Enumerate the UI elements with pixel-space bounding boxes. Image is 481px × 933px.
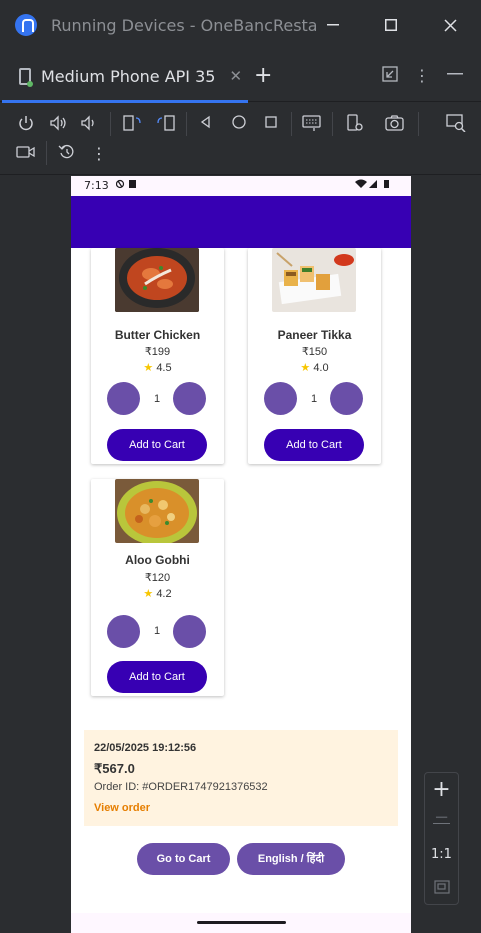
toolbar-divider: [332, 112, 333, 136]
hide-panel-icon[interactable]: [445, 66, 465, 86]
back-icon[interactable]: [195, 114, 217, 136]
reset-icon[interactable]: [56, 143, 78, 165]
status-notification-icons: [115, 179, 138, 192]
order-date: 22/05/2025 19:12:56: [94, 742, 197, 754]
app-bar: [71, 196, 411, 248]
menu-item-card: Paneer Tikka ₹150 ★ 4.0 1 Add to Cart: [248, 248, 381, 464]
keyboard-icon[interactable]: [301, 114, 323, 136]
rating-value: 4.5: [156, 362, 172, 374]
add-to-cart-button[interactable]: Add to Cart: [107, 661, 207, 693]
item-name: Butter Chicken: [114, 328, 201, 342]
item-name: Paneer Tikka: [277, 328, 352, 342]
rating-value: 4.2: [156, 588, 172, 600]
window-title: Running Devices - OneBancResta: [51, 15, 316, 35]
star-icon: ★: [143, 362, 154, 374]
increase-quantity-button[interactable]: [173, 382, 206, 415]
paneer-tikka-image: [272, 248, 356, 312]
zoom-controls: + − 1:1: [424, 772, 459, 905]
status-time: 7:13: [84, 179, 109, 192]
add-to-cart-button[interactable]: Add to Cart: [107, 429, 207, 461]
item-price: ₹120: [144, 572, 171, 584]
toolbar-divider: [418, 112, 419, 136]
item-rating: ★ 4.2: [91, 587, 224, 600]
increase-quantity-button[interactable]: [173, 615, 206, 648]
butter-chicken-image: [115, 248, 199, 312]
volume-up-icon[interactable]: [48, 114, 70, 136]
close-icon[interactable]: [437, 12, 463, 38]
restore-layout-icon[interactable]: [380, 66, 400, 86]
last-order-card: 22/05/2025 19:12:56 ₹567.0 Order ID: #OR…: [84, 730, 398, 826]
item-rating: ★ 4.5: [91, 361, 224, 374]
device-settings-icon[interactable]: [344, 114, 366, 136]
star-icon: ★: [143, 588, 154, 600]
status-system-icons: [355, 179, 393, 192]
star-icon: ★: [300, 362, 311, 374]
tab-medium-phone[interactable]: Medium Phone API 35 ✕: [0, 50, 248, 103]
increase-quantity-button[interactable]: [330, 382, 363, 415]
more-icon[interactable]: ⋮: [88, 143, 110, 165]
maximize-icon[interactable]: [378, 12, 404, 38]
decrease-quantity-button[interactable]: [264, 382, 297, 415]
more-vertical-icon[interactable]: ⋮: [412, 66, 432, 86]
add-to-cart-button[interactable]: Add to Cart: [264, 429, 364, 461]
item-price: ₹150: [301, 346, 328, 358]
zoom-out-icon[interactable]: −: [425, 807, 458, 828]
order-id: Order ID: #ORDER1747921376532: [94, 781, 268, 793]
add-tab-icon[interactable]: +: [254, 63, 272, 88]
zoom-fit-icon[interactable]: [425, 879, 458, 898]
quantity-value: 1: [153, 393, 161, 405]
minimize-icon[interactable]: [320, 12, 346, 38]
power-icon[interactable]: [15, 114, 37, 136]
emulator-toolbar: ⋮: [0, 103, 481, 175]
toolbar-divider: [291, 112, 292, 136]
language-toggle-button[interactable]: English / हिंदी: [237, 843, 345, 875]
go-to-cart-button[interactable]: Go to Cart: [137, 843, 230, 875]
device-screen[interactable]: 7:13 Butter Chicken ₹199 ★ 4.5 1 Add to …: [71, 176, 411, 933]
tab-bar: Medium Phone API 35 ✕ + ⋮: [0, 50, 481, 103]
menu-item-card: Aloo Gobhi ₹120 ★ 4.2 1 Add to Cart: [91, 479, 224, 696]
view-order-link[interactable]: View order: [94, 802, 150, 814]
order-amount: ₹567.0: [94, 761, 135, 776]
phone-icon: [19, 67, 33, 87]
volume-down-icon[interactable]: [79, 114, 101, 136]
item-name: Aloo Gobhi: [125, 553, 190, 567]
record-icon[interactable]: [15, 143, 37, 165]
item-rating: ★ 4.0: [248, 361, 381, 374]
menu-item-card: Butter Chicken ₹199 ★ 4.5 1 Add to Cart: [91, 248, 224, 464]
decrease-quantity-button[interactable]: [107, 615, 140, 648]
rotate-left-icon[interactable]: [121, 114, 143, 136]
overview-icon[interactable]: [260, 114, 282, 136]
android-studio-logo-icon: [15, 14, 37, 36]
status-bar: 7:13: [71, 176, 411, 196]
toolbar-divider: [186, 112, 187, 136]
toolbar-divider: [110, 112, 111, 136]
rotate-right-icon[interactable]: [155, 114, 177, 136]
decrease-quantity-button[interactable]: [107, 382, 140, 415]
camera-icon[interactable]: [384, 114, 406, 136]
home-icon[interactable]: [228, 114, 250, 136]
toolbar-divider: [46, 141, 47, 165]
item-price: ₹199: [144, 346, 171, 358]
zoom-in-icon[interactable]: +: [425, 777, 458, 802]
quantity-value: 1: [153, 625, 161, 637]
tab-label: Medium Phone API 35: [41, 66, 216, 86]
rating-value: 4.0: [313, 362, 329, 374]
gesture-handle[interactable]: [197, 921, 286, 924]
tab-close-icon[interactable]: ✕: [229, 67, 242, 85]
quantity-value: 1: [310, 393, 318, 405]
zoom-actual-size[interactable]: 1:1: [425, 847, 458, 862]
zoom-inspect-icon[interactable]: [445, 114, 467, 136]
title-bar: Running Devices - OneBancResta: [0, 0, 481, 50]
aloo-gobhi-image: [115, 479, 199, 543]
